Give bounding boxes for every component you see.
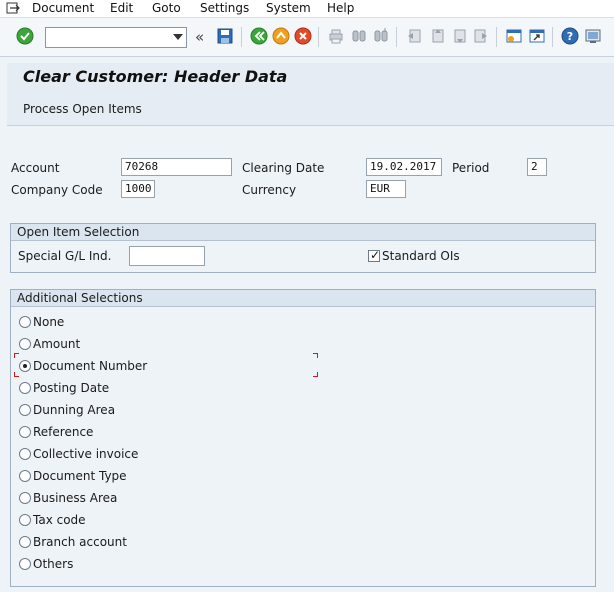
- svg-text:?: ?: [567, 30, 573, 43]
- menu-bar: Document Edit Goto Settings System Help: [0, 0, 614, 18]
- clearing-date-field[interactable]: 19.02.2017: [366, 158, 442, 176]
- standard-ois-checkbox[interactable]: ✓: [368, 248, 381, 262]
- double-chevron-left-icon[interactable]: «: [195, 28, 204, 46]
- menu-help[interactable]: Help: [327, 1, 354, 15]
- focus-marker-corner: [313, 372, 318, 377]
- menu-document[interactable]: Document: [32, 1, 94, 15]
- chevron-down-icon[interactable]: [173, 34, 183, 40]
- radio-business-area[interactable]: [19, 492, 31, 504]
- back-icon[interactable]: [250, 27, 268, 45]
- radio-dunning-area[interactable]: [19, 404, 31, 416]
- focus-marker-corner: [14, 372, 19, 377]
- menu-goto[interactable]: Goto: [152, 1, 181, 15]
- focus-marker-corner: [313, 353, 318, 358]
- title-area: Clear Customer: Header Data Process Open…: [7, 63, 614, 126]
- radio-label: Branch account: [33, 535, 127, 549]
- focus-marker-corner: [14, 353, 19, 358]
- standard-toolbar: « ?: [0, 18, 614, 57]
- open-item-selection-group: Open Item Selection Special G/L Ind. ✓ S…: [10, 223, 596, 273]
- clearing-date-label: Clearing Date: [242, 161, 325, 175]
- shortcut-icon[interactable]: [528, 27, 546, 45]
- toolbar-separator: [241, 27, 242, 47]
- standard-ois-label: Standard OIs: [382, 249, 460, 263]
- radio-posting-date[interactable]: [19, 382, 31, 394]
- radio-label: Posting Date: [33, 381, 110, 395]
- radio-label: Amount: [33, 337, 81, 351]
- currency-label: Currency: [242, 183, 297, 197]
- command-field[interactable]: [45, 27, 187, 48]
- toolbar-separator: [318, 27, 319, 47]
- radio-others[interactable]: [19, 558, 31, 570]
- customize-layout-icon[interactable]: [584, 27, 602, 45]
- radio-label: Tax code: [33, 513, 86, 527]
- create-session-icon[interactable]: [505, 27, 523, 45]
- account-field[interactable]: 70268: [121, 158, 232, 176]
- company-code-field[interactable]: 1000: [121, 180, 155, 198]
- radio-label: Document Type: [33, 469, 127, 483]
- radio-label: Document Number: [33, 359, 148, 373]
- period-field[interactable]: 2: [527, 158, 547, 176]
- radio-label: Reference: [33, 425, 94, 439]
- checkmark-icon: ✓: [370, 248, 381, 262]
- page-title: Clear Customer: Header Data: [23, 67, 288, 86]
- previous-page-icon[interactable]: [428, 27, 446, 45]
- account-label: Account: [11, 161, 60, 175]
- toolbar-separator: [396, 27, 397, 47]
- open-item-selection-title: Open Item Selection: [11, 224, 595, 241]
- radio-document-number[interactable]: [19, 360, 31, 372]
- command-input[interactable]: [46, 28, 166, 47]
- radio-document-type[interactable]: [19, 470, 31, 482]
- period-label: Period: [452, 161, 490, 175]
- radio-none[interactable]: [19, 316, 31, 328]
- menu-edit[interactable]: Edit: [110, 1, 133, 15]
- additional-selections-title: Additional Selections: [11, 290, 595, 307]
- radio-label: Others: [33, 557, 74, 571]
- radio-branch-account[interactable]: [19, 536, 31, 548]
- radio-label: Dunning Area: [33, 403, 116, 417]
- radio-tax-code[interactable]: [19, 514, 31, 526]
- radio-selected-dot: [23, 364, 27, 368]
- last-page-icon[interactable]: [472, 27, 490, 45]
- radio-reference[interactable]: [19, 426, 31, 438]
- save-icon[interactable]: [216, 27, 234, 45]
- menu-system[interactable]: System: [266, 1, 311, 15]
- system-menu-icon[interactable]: [6, 1, 20, 15]
- radio-label: Collective invoice: [33, 447, 139, 461]
- first-page-icon[interactable]: [405, 27, 423, 45]
- special-gl-label: Special G/L Ind.: [18, 249, 112, 263]
- exit-icon[interactable]: [272, 27, 290, 45]
- menu-settings[interactable]: Settings: [200, 1, 249, 15]
- find-icon[interactable]: [350, 27, 368, 45]
- currency-field[interactable]: EUR: [366, 180, 406, 198]
- company-code-label: Company Code: [11, 183, 103, 197]
- special-gl-field[interactable]: [129, 246, 205, 266]
- print-icon[interactable]: [327, 27, 345, 45]
- cancel-icon[interactable]: [294, 27, 312, 45]
- radio-label: None: [33, 315, 65, 329]
- next-page-icon[interactable]: [450, 27, 468, 45]
- toolbar-separator: [552, 27, 553, 47]
- find-next-icon[interactable]: [372, 27, 390, 45]
- help-icon[interactable]: ?: [561, 27, 579, 45]
- radio-amount[interactable]: [19, 338, 31, 350]
- radio-label: Business Area: [33, 491, 118, 505]
- toolbar-separator: [496, 27, 497, 47]
- radio-collective-invoice[interactable]: [19, 448, 31, 460]
- enter-icon[interactable]: [16, 27, 34, 45]
- process-open-items-button[interactable]: Process Open Items: [23, 102, 142, 116]
